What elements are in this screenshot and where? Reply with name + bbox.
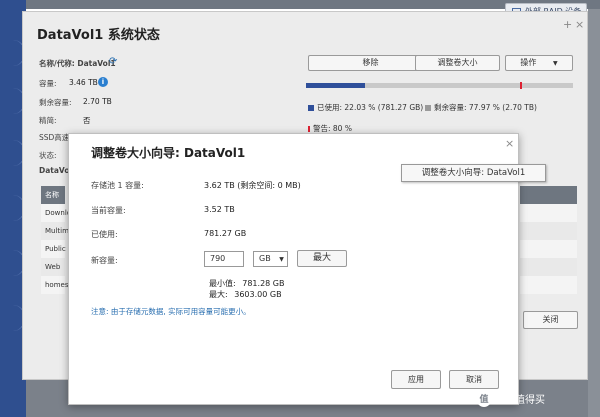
- desktop-right-strip: [588, 9, 600, 417]
- close-button[interactable]: 关闭: [523, 311, 578, 329]
- table-row-right: [520, 258, 577, 276]
- max-value: 3603.00 GB: [234, 290, 282, 299]
- free-legend-text: 剩余容量: 77.97 % (2.70 TB): [434, 103, 537, 112]
- current-capacity-value: 3.52 TB: [204, 205, 235, 214]
- table-row-right: [520, 240, 577, 258]
- free-capacity-label: 剩余容量:: [39, 98, 72, 107]
- used-swatch: [308, 105, 314, 111]
- state-label: 状态:: [39, 151, 57, 160]
- thin-value: 否: [83, 116, 91, 125]
- chevron-down-icon: ▼: [552, 60, 558, 67]
- new-capacity-input[interactable]: 790: [204, 251, 244, 267]
- used-legend-text: 已使用: 22.03 % (781.27 GB): [317, 103, 424, 112]
- table-row[interactable]: Public: [41, 240, 66, 258]
- actions-label: 操作: [520, 58, 537, 67]
- table-row-right: [520, 276, 577, 294]
- watermark: 值什么值得买: [477, 391, 545, 407]
- min-value: 781.28 GB: [242, 279, 285, 288]
- used-value: 781.27 GB: [204, 229, 247, 238]
- add-icon[interactable]: +: [563, 18, 572, 31]
- name-alias-label: 名称/代称: DataVol1: [39, 59, 116, 68]
- capacity-label: 容量:: [39, 79, 57, 88]
- current-capacity-label: 当前容量:: [91, 206, 126, 215]
- unit-select-value: GB: [259, 254, 271, 263]
- cancel-button[interactable]: 取消: [449, 370, 499, 389]
- used-label: 已使用:: [91, 230, 118, 239]
- table-row-right: [520, 204, 577, 222]
- table-row[interactable]: homes: [41, 276, 69, 294]
- close-icon[interactable]: ×: [575, 18, 584, 31]
- new-capacity-label: 新容量:: [91, 256, 118, 265]
- table-row[interactable]: Multim: [41, 222, 69, 240]
- min-label: 最小值:: [209, 279, 236, 288]
- close-icon[interactable]: ×: [505, 137, 514, 150]
- pool-capacity-label: 存储池 1 容量:: [91, 181, 144, 190]
- free-swatch: [425, 105, 431, 111]
- wizard-title: 调整卷大小向导: DataVol1: [91, 146, 246, 160]
- free-legend: 剩余容量: 77.97 % (2.70 TB): [425, 102, 537, 113]
- warning-swatch: [308, 126, 310, 132]
- apply-button[interactable]: 应用: [391, 370, 441, 389]
- resize-volume-button[interactable]: 调整卷大小: [415, 55, 500, 71]
- watermark-text: 什么值得买: [495, 395, 545, 406]
- ssd-cache-label: SSD高速: [39, 133, 70, 142]
- used-legend: 已使用: 22.03 % (781.27 GB): [308, 102, 423, 113]
- usage-bar: [306, 82, 573, 89]
- chevron-down-icon: ▼: [279, 256, 284, 263]
- table-header: 名称: [41, 186, 65, 204]
- actions-dropdown[interactable]: 操作 ▼: [505, 55, 573, 71]
- usage-bar-used: [306, 83, 365, 88]
- capacity-value: 3.46 TB: [69, 78, 98, 87]
- min-value-row: 最小值: 781.28 GB: [209, 278, 284, 289]
- table-row-right: [520, 222, 577, 240]
- resize-wizard-tooltip: 调整卷大小向导: DataVol1: [401, 164, 546, 182]
- info-icon[interactable]: i: [98, 77, 108, 87]
- max-button[interactable]: 最大: [297, 250, 347, 267]
- metadata-note: 注意: 由于存储元数据, 实际可用容量可能更小。: [91, 307, 251, 316]
- status-window-title: DataVol1 系统状态: [37, 28, 160, 43]
- unit-select[interactable]: GB ▼: [253, 251, 288, 267]
- warning-threshold-marker: [519, 82, 522, 89]
- pool-capacity-value: 3.62 TB (剩余空间: 0 MB): [204, 181, 301, 190]
- refresh-icon[interactable]: ⟳: [109, 56, 117, 67]
- table-row[interactable]: Downlo: [41, 204, 71, 222]
- warning-legend-text: 警告: 80 %: [313, 124, 352, 133]
- max-value-row: 最大: 3603.00 GB: [209, 289, 282, 300]
- table-header-right: [520, 186, 577, 204]
- table-row[interactable]: Web: [41, 258, 65, 276]
- max-label: 最大:: [209, 290, 228, 299]
- watermark-badge-icon: 值: [477, 393, 491, 407]
- thin-label: 精简:: [39, 116, 57, 125]
- free-capacity-value: 2.70 TB: [83, 97, 112, 106]
